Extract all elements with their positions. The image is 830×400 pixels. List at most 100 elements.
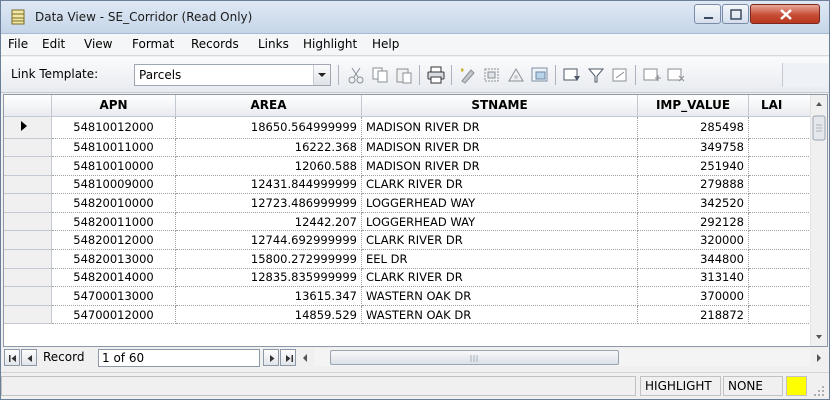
cell-imp-value[interactable]: 285498 <box>637 116 749 139</box>
menu-highlight[interactable]: Highlight <box>303 37 357 51</box>
cell-lai[interactable] <box>748 175 819 195</box>
table-row[interactable]: 54700013000 13615.347 WASTERN OAK DR 370000 <box>4 286 819 306</box>
paste-icon[interactable] <box>394 66 414 84</box>
previous-record-button[interactable] <box>21 349 37 366</box>
cell-apn[interactable]: 54810010000 <box>51 156 176 176</box>
row-selector[interactable] <box>4 286 52 306</box>
table-row[interactable]: 54810010000 12060.588 MADISON RIVER DR 2519… <box>4 156 819 176</box>
menu-links[interactable]: Links <box>258 37 289 51</box>
record-position-field[interactable]: 1 of 60 <box>98 349 260 367</box>
cell-apn[interactable]: 54810009000 <box>51 175 176 195</box>
table-row[interactable]: 54810011000 16222.368 MADISON RIVER DR 3497… <box>4 138 819 158</box>
cell-stname[interactable]: LOGGERHEAD WAY <box>361 193 638 213</box>
cell-apn[interactable]: 54700013000 <box>51 286 176 306</box>
cell-lai[interactable] <box>748 138 819 158</box>
cell-imp-value[interactable]: 218872 <box>637 305 749 325</box>
clear-filter-icon[interactable] <box>610 66 630 84</box>
menu-help[interactable]: Help <box>372 37 399 51</box>
column-header-lai[interactable]: LAI <box>748 95 819 117</box>
cell-stname[interactable]: LOGGERHEAD WAY <box>361 212 638 232</box>
table-row[interactable]: 54820013000 15800.272999999 EEL DR 344800 <box>4 249 819 269</box>
scroll-left-icon[interactable] <box>299 352 311 364</box>
cell-stname[interactable]: CLARK RIVER DR <box>361 175 638 195</box>
horizontal-scrollbar[interactable] <box>314 349 810 366</box>
cut-icon[interactable] <box>346 66 366 84</box>
cell-area[interactable]: 13615.347 <box>175 286 362 306</box>
row-selector[interactable] <box>4 212 52 232</box>
cell-imp-value[interactable]: 344800 <box>637 249 749 269</box>
scroll-right-icon[interactable] <box>813 352 825 364</box>
cell-stname[interactable]: CLARK RIVER DR <box>361 230 638 251</box>
cell-area[interactable]: 12744.692999999 <box>175 230 362 251</box>
add-record-icon[interactable] <box>642 66 662 84</box>
cell-apn[interactable]: 54820010000 <box>51 193 176 213</box>
maximize-button[interactable] <box>722 4 749 24</box>
last-record-button[interactable] <box>280 349 296 366</box>
menu-file[interactable]: File <box>8 37 28 51</box>
cell-stname[interactable]: CLARK RIVER DR <box>361 268 638 288</box>
menu-edit[interactable]: Edit <box>42 37 65 51</box>
cell-apn[interactable]: 54810012000 <box>51 116 176 139</box>
cell-imp-value[interactable]: 342520 <box>637 193 749 213</box>
menu-records[interactable]: Records <box>191 37 239 51</box>
cell-lai[interactable] <box>748 116 819 139</box>
cell-imp-value[interactable]: 279888 <box>637 175 749 195</box>
resize-grip-icon[interactable] <box>813 385 825 397</box>
horizontal-scroll-thumb[interactable] <box>330 350 619 365</box>
column-header-stname[interactable]: STNAME <box>361 95 638 117</box>
cell-stname[interactable]: WASTERN OAK DR <box>361 305 638 325</box>
table-row[interactable]: 54820010000 12723.486999999 LOGGERHEAD WAY… <box>4 193 819 213</box>
cell-area[interactable]: 15800.272999999 <box>175 249 362 269</box>
cell-imp-value[interactable]: 313140 <box>637 268 749 288</box>
copy-icon[interactable] <box>370 66 390 84</box>
table-row[interactable]: 54820012000 12744.692999999 CLARK RIVER DR… <box>4 230 819 251</box>
sort-icon[interactable] <box>562 66 582 84</box>
cell-apn[interactable]: 54700012000 <box>51 305 176 325</box>
cell-apn[interactable]: 54810011000 <box>51 138 176 158</box>
table-row[interactable]: 54810009000 12431.844999999 CLARK RIVER DR… <box>4 175 819 195</box>
cell-area[interactable]: 12442.207 <box>175 212 362 232</box>
cell-area[interactable]: 12431.844999999 <box>175 175 362 195</box>
table-row[interactable]: 54820014000 12835.835999999 CLARK RIVER DR… <box>4 268 819 288</box>
cell-lai[interactable] <box>748 305 819 325</box>
title-bar[interactable]: Data View - SE_Corridor (Read Only) <box>1 1 829 34</box>
row-selector[interactable] <box>4 175 52 195</box>
cell-stname[interactable]: MADISON RIVER DR <box>361 156 638 176</box>
print-icon[interactable] <box>426 66 446 84</box>
cell-imp-value[interactable]: 370000 <box>637 286 749 306</box>
menu-format[interactable]: Format <box>132 37 174 51</box>
next-record-button[interactable] <box>263 349 279 366</box>
menu-view[interactable]: View <box>84 37 112 51</box>
cell-apn[interactable]: 54820012000 <box>51 230 176 251</box>
row-selector[interactable] <box>4 268 52 288</box>
cell-lai[interactable] <box>748 286 819 306</box>
table-row[interactable]: 54700012000 14859.529 WASTERN OAK DR 218872 <box>4 305 819 325</box>
minimize-button[interactable] <box>694 4 721 24</box>
row-selector[interactable] <box>4 305 52 325</box>
cell-apn[interactable]: 54820014000 <box>51 268 176 288</box>
row-selector[interactable] <box>4 193 52 213</box>
cell-apn[interactable]: 54820013000 <box>51 249 176 269</box>
cell-lai[interactable] <box>748 249 819 269</box>
link-records-icon[interactable] <box>530 66 550 84</box>
cell-imp-value[interactable]: 251940 <box>637 156 749 176</box>
highlight-pen-icon[interactable] <box>458 66 478 84</box>
cell-stname[interactable]: MADISON RIVER DR <box>361 116 638 139</box>
cell-area[interactable]: 12723.486999999 <box>175 193 362 213</box>
find-icon[interactable] <box>506 66 526 84</box>
cell-lai[interactable] <box>748 230 819 251</box>
column-header-imp-value[interactable]: IMP_VALUE <box>637 95 749 117</box>
cell-imp-value[interactable]: 320000 <box>637 230 749 251</box>
row-selector[interactable] <box>4 116 52 139</box>
cell-stname[interactable]: WASTERN OAK DR <box>361 286 638 306</box>
delete-record-icon[interactable] <box>666 66 686 84</box>
row-selector[interactable] <box>4 156 52 176</box>
close-button[interactable] <box>750 4 820 24</box>
filter-icon[interactable] <box>586 66 606 84</box>
row-selector-header[interactable] <box>4 95 52 117</box>
row-selector[interactable] <box>4 230 52 251</box>
table-row[interactable]: 54820011000 12442.207 LOGGERHEAD WAY 292128 <box>4 212 819 232</box>
cell-lai[interactable] <box>748 193 819 213</box>
cell-area[interactable]: 12060.588 <box>175 156 362 176</box>
cell-imp-value[interactable]: 349758 <box>637 138 749 158</box>
